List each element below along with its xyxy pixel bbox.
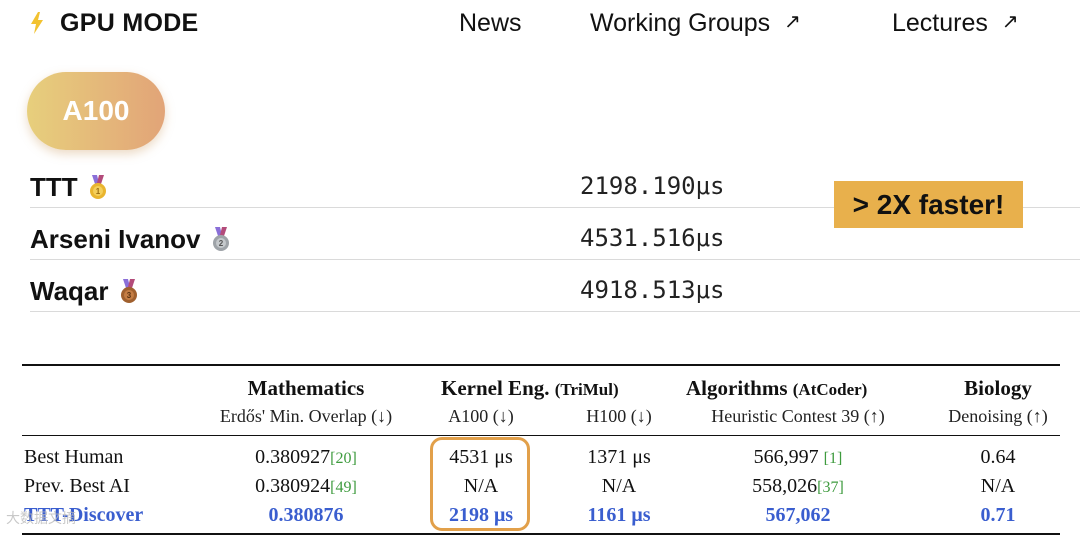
header-kernel-label: Kernel Eng. [441,376,550,400]
leaderboard-time: 4531.516μs [580,224,725,252]
leaderboard-entry: TTT 1 [30,172,108,203]
header-biology: Biology [964,376,1032,400]
row-label: Prev. Best AI [24,475,130,497]
cell-math: 0.380927[20] [255,446,357,469]
gold-medal-icon: 1 [89,174,106,199]
cell-h100: N/A [601,475,637,497]
citation-link[interactable]: [49] [330,479,357,496]
header-kernel-eng: Kernel Eng. (TriMul) [441,376,619,401]
header-algo-sub: (AtCoder) [792,380,868,399]
header-kernel-sub: (TriMul) [554,380,619,399]
algo-value: 566,997 [753,446,819,468]
silver-medal-icon: 2 [212,226,229,251]
cell-math: 0.380876 [268,504,344,526]
nav-news-link[interactable]: News [459,6,522,40]
algo-value: 558,026 [752,475,818,497]
cell-bio: N/A [980,475,1016,497]
cell-algo: 567,062 [765,504,831,526]
nav-working-groups-link[interactable]: Working Groups ↗ [590,6,801,40]
leaderboard-name: Arseni Ivanov [30,224,201,254]
leaderboard-row: Waqar 3 4918.513μs [0,264,1080,316]
cell-algo: 558,026[37] [752,475,844,498]
row-label: Best Human [24,446,124,468]
leaderboard-entry: Waqar 3 [30,276,139,307]
header-algorithms: Algorithms (AtCoder) [686,376,867,401]
external-link-icon: ↗ [784,10,801,33]
speedup-callout: > 2X faster! [834,181,1023,228]
math-value: 0.380924 [255,475,331,497]
brand-logo[interactable]: GPU MODE [30,6,199,40]
svg-text:2: 2 [218,239,223,248]
table-bottom-rule [22,533,1060,535]
table-top-rule [22,364,1060,366]
row-divider [30,311,1080,312]
nav-news-label: News [459,8,522,37]
svg-text:3: 3 [126,291,131,300]
subheader-algo: Heuristic Contest 39 (↑) [711,406,885,426]
header-mathematics: Mathematics [247,376,365,400]
leaderboard-time: 4918.513μs [580,276,725,304]
header-algo-label: Algorithms [686,376,788,400]
nav-working-groups-label: Working Groups [590,8,771,37]
lightning-bolt-icon [31,12,43,34]
a100-highlight-box [430,437,530,531]
citation-link[interactable]: [20] [330,450,357,467]
subheader-math: Erdős' Min. Overlap (↓) [219,406,393,426]
cell-bio: 0.71 [980,504,1016,526]
external-link-icon: ↗ [1001,10,1019,33]
row-divider [30,259,1080,260]
citation-link[interactable]: [1] [824,450,843,467]
leaderboard-time: 2198.190μs [580,172,725,200]
nav-lectures-label: Lectures [892,8,988,37]
cell-math: 0.380924[49] [255,475,357,498]
nav-lectures-link[interactable]: Lectures ↗ [892,6,1019,40]
gpu-filter-pill-a100[interactable]: A100 [27,72,165,150]
table-header-rule [22,435,1060,436]
subheader-a100: A100 (↓) [448,406,514,426]
cell-h100: 1161 μs [587,504,651,526]
brand-name: GPU MODE [60,8,199,37]
citation-link[interactable]: [37] [817,479,844,496]
subheader-bio: Denoising (↑) [948,406,1048,426]
leaderboard-entry: Arseni Ivanov 2 [30,224,231,255]
bronze-medal-icon: 3 [120,278,137,303]
cell-algo: 566,997 [1] [754,446,843,469]
watermark: 大数据文摘 [6,510,76,526]
cell-h100: 1371 μs [587,446,651,468]
subheader-h100: H100 (↓) [586,406,652,426]
leaderboard-name: TTT [30,172,78,202]
svg-text:1: 1 [95,187,100,196]
cell-bio: 0.64 [980,446,1016,468]
math-value: 0.380927 [255,446,331,468]
leaderboard-name: Waqar [30,276,109,306]
